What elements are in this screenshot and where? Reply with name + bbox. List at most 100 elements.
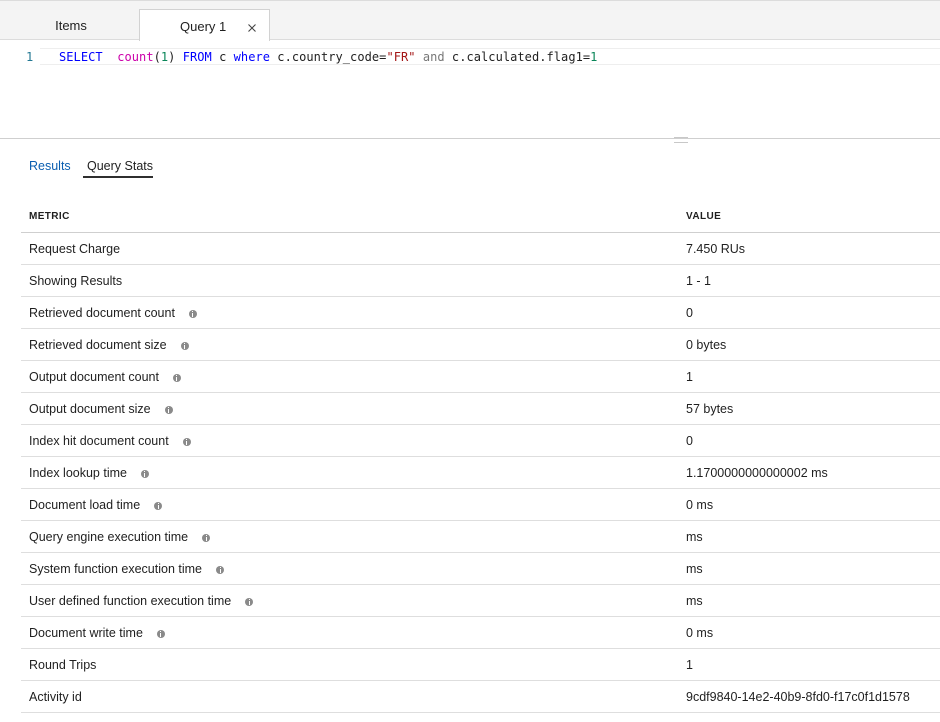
metric-cell: Query engine execution time: [29, 530, 211, 545]
table-row: Request Charge 7.450 RUs: [21, 233, 940, 265]
active-tab-indicator: [83, 176, 153, 178]
code-token: SELECT: [59, 50, 103, 64]
table-row: Round Trips 1: [21, 649, 940, 681]
metric-label: Document load time: [29, 498, 141, 512]
info-icon[interactable]: [172, 373, 181, 382]
value-cell: ms: [686, 594, 703, 608]
metric-label: Request Charge: [29, 242, 121, 256]
table-row: User defined function execution time ms: [21, 585, 940, 617]
metric-cell: Document load time: [29, 498, 163, 513]
metric-label: Output document size: [29, 402, 151, 416]
metric-label: Document write time: [29, 626, 143, 640]
code-token: c.country_code=: [270, 50, 387, 64]
query-editor-app: Items Query 1 1 SELECT count(1) FROM c w…: [0, 0, 940, 722]
code-token: c: [211, 50, 234, 64]
info-icon[interactable]: [216, 565, 224, 574]
table-header: METRIC VALUE: [21, 200, 940, 233]
table-row: Index lookup time 1.1700000000000002 ms: [21, 457, 940, 489]
metric-cell: Activity id: [29, 690, 82, 705]
value-cell: 0 ms: [686, 626, 714, 640]
pane-splitter-handle[interactable]: [674, 137, 688, 143]
code-token: ): [168, 50, 183, 64]
tab-items[interactable]: Items: [0, 10, 140, 41]
table-row: Output document size 57 bytes: [21, 393, 940, 425]
query-stats-table: METRIC VALUE Request Charge 7.450 RUs Show…: [21, 200, 940, 713]
tab-results[interactable]: Results: [29, 158, 71, 174]
code-token: c.calculated.flag1=: [444, 50, 591, 64]
metric-cell: Output document count: [29, 370, 181, 385]
code-token: FROM: [182, 50, 212, 64]
value-cell: 0 bytes: [686, 338, 727, 352]
code-token: where: [233, 50, 271, 64]
info-icon[interactable]: [154, 501, 163, 510]
value-cell: 0: [686, 306, 693, 320]
metric-cell: Showing Results: [29, 274, 122, 289]
info-icon[interactable]: [164, 405, 173, 414]
table-row: Output document count 1: [21, 361, 940, 393]
value-cell: 1 - 1: [686, 274, 712, 288]
info-icon[interactable]: [182, 437, 191, 446]
value-cell: 9cdf9840-14e2-40b9-8fd0-f17c0f1d1578: [686, 690, 910, 704]
value-cell: 0 ms: [686, 498, 714, 512]
metric-label: Index hit document count: [29, 434, 169, 448]
metric-label: Retrieved document count: [29, 306, 175, 320]
code-token: and: [422, 50, 445, 64]
line-number: 1: [26, 50, 34, 64]
info-icon[interactable]: [245, 597, 254, 606]
value-cell: 0: [686, 434, 693, 448]
metric-cell: System function execution time: [29, 562, 224, 577]
metric-label: Activity id: [29, 690, 82, 704]
metric-cell: Output document size: [29, 402, 173, 417]
code-token: (: [153, 50, 161, 64]
code-token: count: [117, 50, 154, 64]
metric-cell: Retrieved document size: [29, 338, 189, 353]
table-row: Query engine execution time ms: [21, 521, 940, 553]
value-column-header: VALUE: [686, 211, 722, 222]
table-row: Index hit document count 0: [21, 425, 940, 457]
value-cell: ms: [686, 530, 703, 544]
tab-query-1[interactable]: Query 1: [139, 9, 270, 42]
metric-cell: Document write time: [29, 626, 165, 641]
info-icon[interactable]: [156, 629, 165, 638]
metric-label: Index lookup time: [29, 466, 127, 480]
metric-label: User defined function execution time: [29, 594, 232, 608]
metric-cell: Index lookup time: [29, 466, 149, 481]
metric-label: Showing Results: [29, 274, 123, 288]
metric-label: Retrieved document size: [29, 338, 167, 352]
value-cell: 1: [686, 658, 693, 672]
metric-label: System function execution time: [29, 562, 202, 576]
tab-query-1-label: Query 1: [180, 19, 227, 34]
metric-column-header: METRIC: [29, 211, 70, 222]
metric-cell: Round Trips: [29, 658, 96, 673]
info-icon[interactable]: [188, 309, 197, 318]
table-row: Activity id 9cdf9840-14e2-40b9-8fd0-f17c0…: [21, 681, 940, 713]
value-cell: 1.1700000000000002 ms: [686, 466, 828, 480]
close-icon[interactable]: [246, 22, 258, 34]
table-row: System function execution time ms: [21, 553, 940, 585]
table-body: Request Charge 7.450 RUs Showing Results 1 …: [21, 233, 940, 713]
metric-cell: User defined function execution time: [29, 594, 254, 609]
value-cell: 1: [686, 370, 693, 384]
document-tab-bar: Items Query 1: [0, 0, 940, 42]
code-token: 1: [590, 50, 598, 64]
value-cell: ms: [686, 562, 703, 576]
table-row: Retrieved document size 0 bytes: [21, 329, 940, 361]
table-row: Showing Results 1 - 1: [21, 265, 940, 297]
info-icon[interactable]: [202, 533, 211, 542]
metric-label: Output document count: [29, 370, 159, 384]
table-row: Document load time 0 ms: [21, 489, 940, 521]
metric-cell: Request Charge: [29, 242, 120, 257]
value-cell: 57 bytes: [686, 402, 734, 416]
query-text[interactable]: SELECT count(1) FROM c where c.country_c…: [59, 49, 597, 65]
query-editor[interactable]: 1 SELECT count(1) FROM c where c.country…: [0, 41, 940, 139]
value-cell: 7.450 RUs: [686, 242, 746, 256]
info-icon[interactable]: [180, 341, 189, 350]
tab-query-stats[interactable]: Query Stats: [87, 158, 153, 174]
info-icon[interactable]: [140, 469, 149, 478]
metric-label: Query engine execution time: [29, 530, 189, 544]
table-row: Retrieved document count 0: [21, 297, 940, 329]
tab-items-label: Items: [55, 18, 87, 33]
metric-cell: Retrieved document count: [29, 306, 197, 321]
